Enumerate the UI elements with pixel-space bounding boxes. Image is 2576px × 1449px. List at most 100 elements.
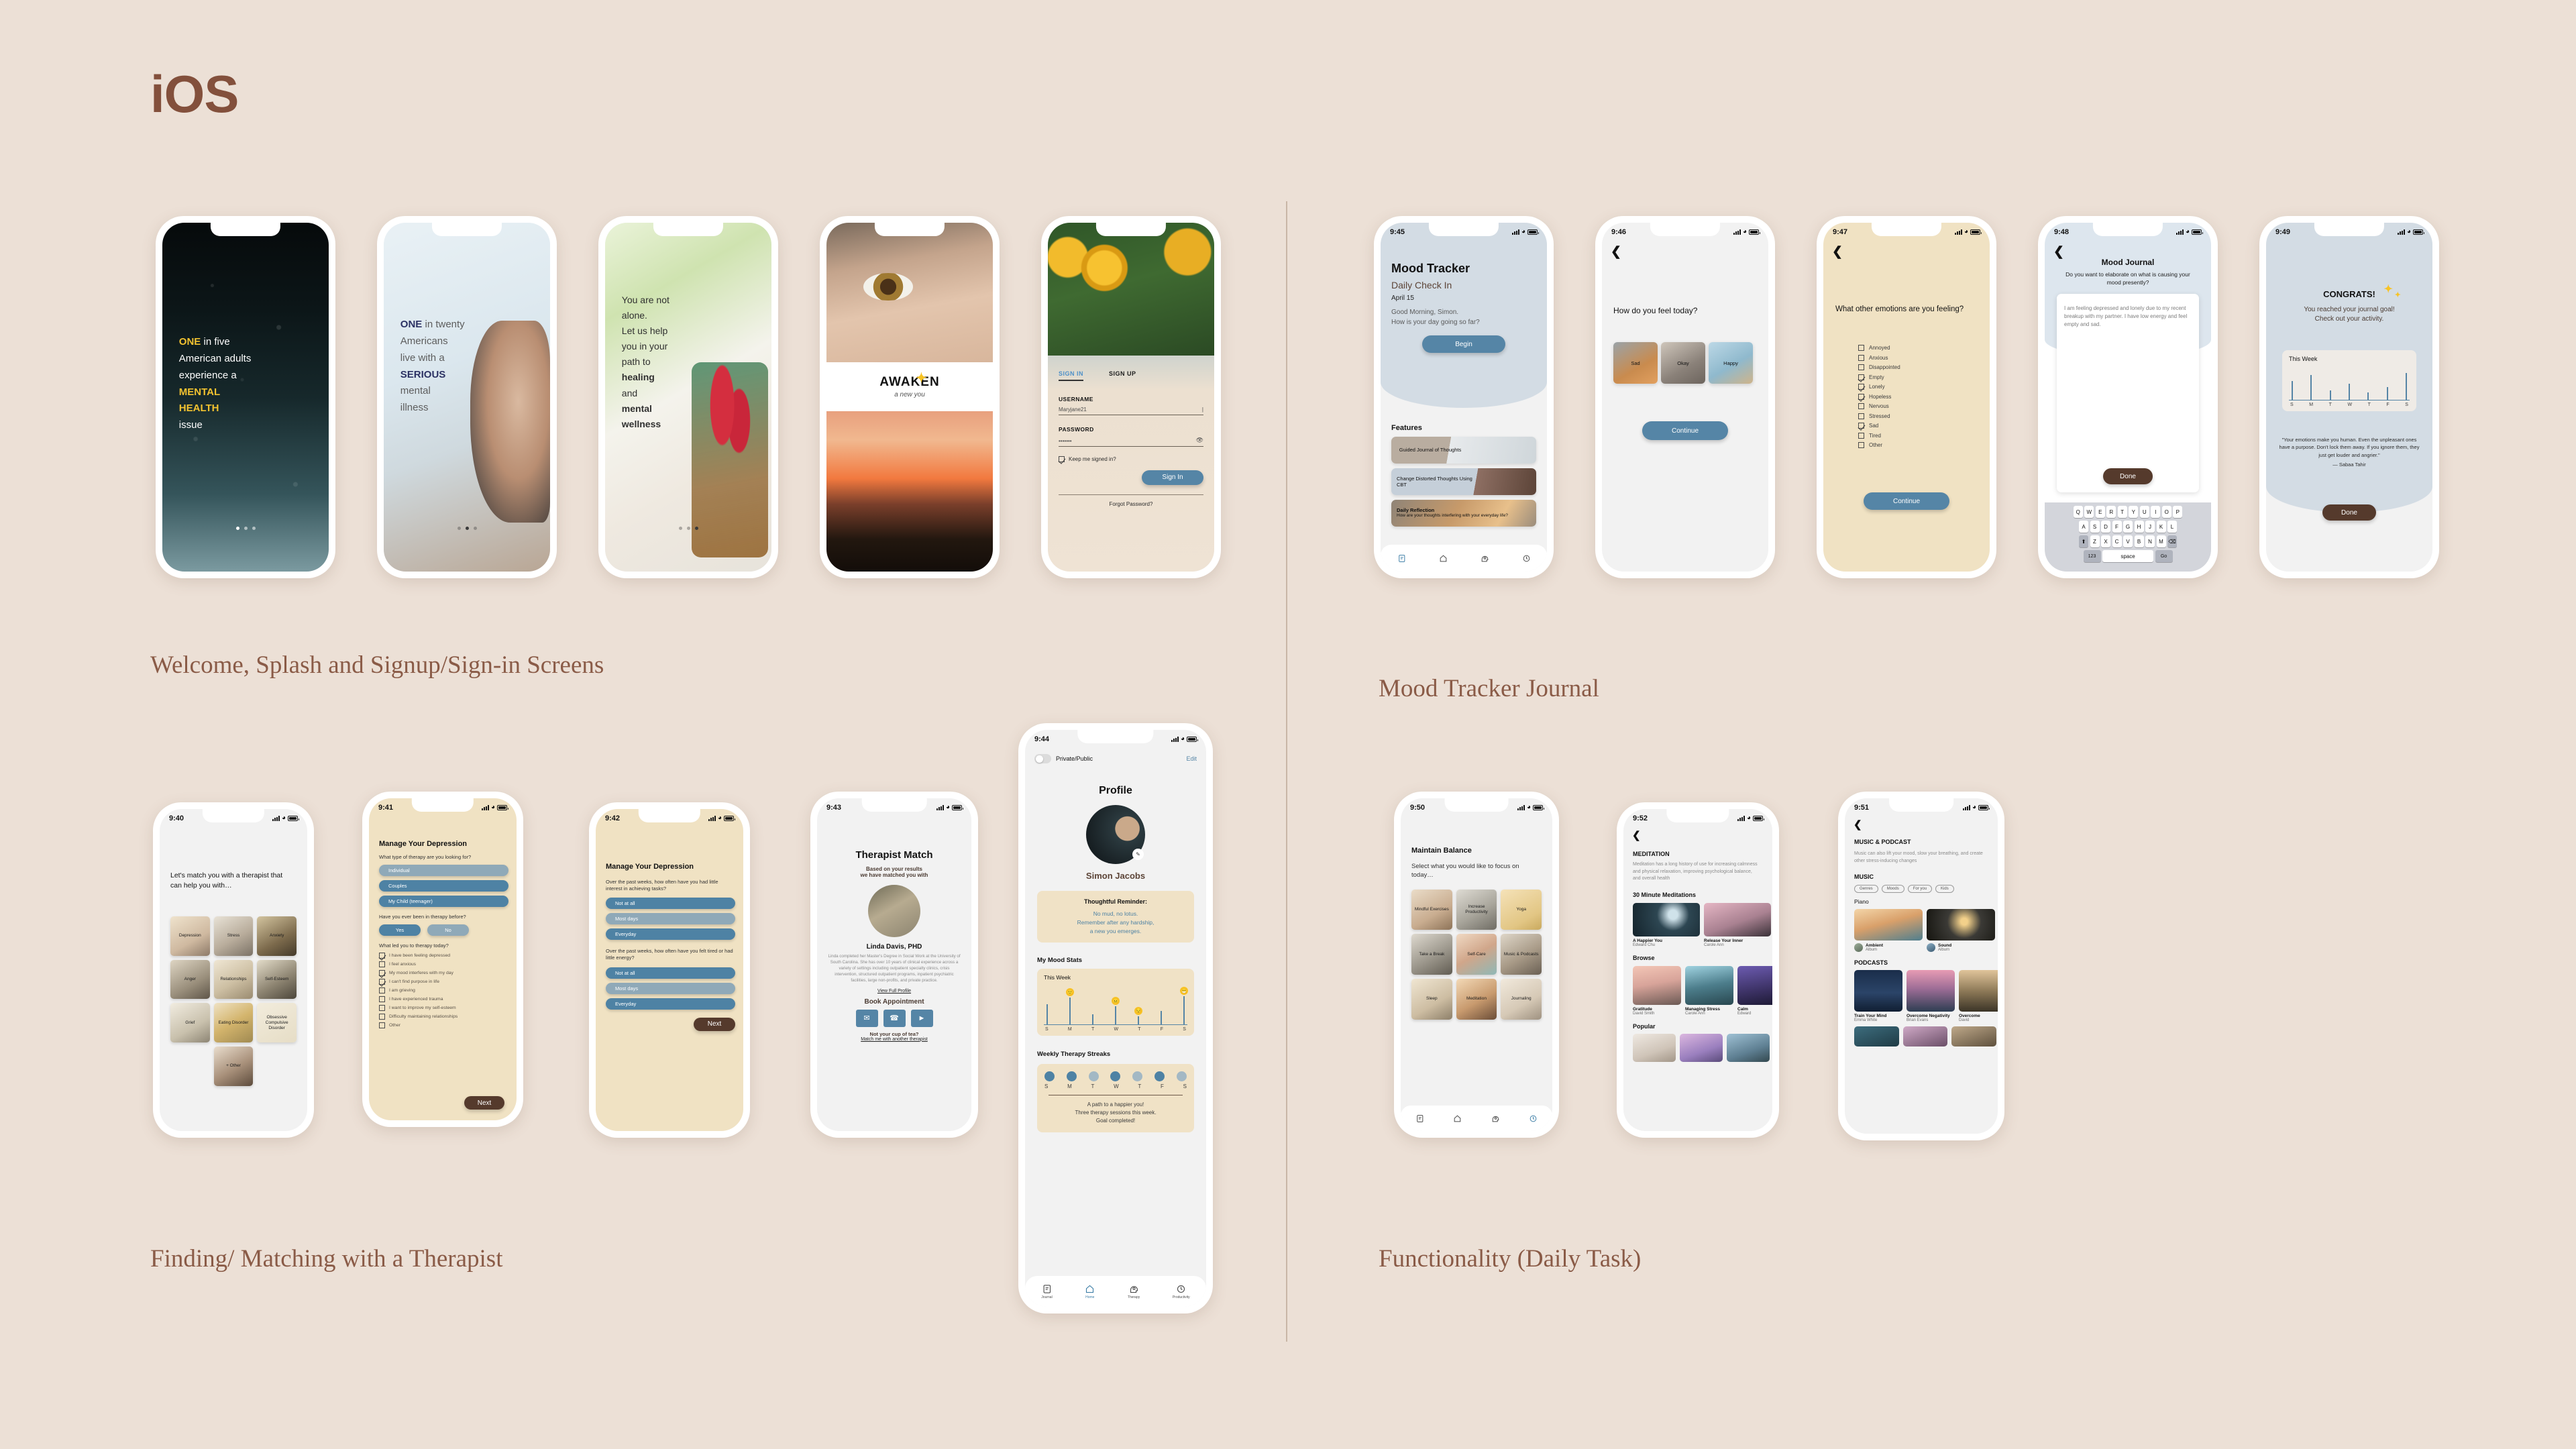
reason-checkbox[interactable] [379,979,385,985]
media-thumbnail[interactable] [1633,1033,1676,1062]
album-row[interactable]: Ambient Album Sound Album [1854,909,1996,952]
topic-tile[interactable]: Stress [213,916,254,956]
therapy-reason-item[interactable]: I have experienced trauma [379,996,508,1002]
key-p[interactable]: P [2173,506,2183,518]
therapy-reason-item[interactable]: I have been feeling depressed [379,953,508,959]
keep-signed-in-row[interactable]: Keep me signed in? [1059,455,1203,462]
keep-signed-in-checkbox[interactable] [1059,455,1065,462]
topic-tile[interactable]: Eating Disorder [213,1003,254,1043]
dot[interactable] [694,526,698,530]
emotions-checklist[interactable]: Annoyed Anxious Disappointed Empty Lonely Hop… [1858,345,1978,448]
podcast-card[interactable]: Train Your Mind Emma White [1854,970,1902,1022]
continue-button[interactable]: Continue [1864,492,1949,510]
md1-next-button[interactable]: Next [464,1096,504,1110]
music-filter-chip[interactable]: Moods [1881,885,1904,893]
keyboard[interactable]: QWERTYUIOP ASDFGHJKL ⬆ Z X C V B N M ⌫ 123 space G… [2045,502,2211,572]
tab-home[interactable] [1439,554,1448,563]
option-pill[interactable]: Individual [379,865,508,876]
congrats-done-button[interactable]: Done [2322,504,2376,521]
tm-rematch-link[interactable]: Match me with another therapist [824,1037,965,1042]
emotion-checkbox[interactable] [1858,423,1864,429]
balance-tile[interactable]: Journaling [1501,978,1542,1020]
mood-option-happy[interactable]: Happy [1709,342,1753,384]
emotion-item[interactable]: Empty [1858,374,1978,380]
key-f[interactable]: F [2112,521,2122,533]
podcast-thumbnail[interactable] [1951,1026,1997,1046]
contact-buttons[interactable]: ✉ ☎ ► [824,1009,965,1027]
feature-card-reflection[interactable]: Daily Reflection How are your thoughts i… [1391,500,1536,527]
album-card[interactable]: Sound Album [1927,909,1995,952]
tab-bar[interactable]: Journal Home Therapy Productivity [1025,1276,1206,1307]
balance-tile[interactable]: Increase Productivity [1456,889,1497,930]
emotion-item[interactable]: Stressed [1858,413,1978,419]
reason-checkbox[interactable] [379,1005,385,1011]
reason-checkbox[interactable] [379,953,385,959]
podcast-thumbnail[interactable] [1854,1026,1899,1046]
media-card[interactable]: Gratitude David Smith [1633,965,1681,1016]
med-row-browse[interactable]: Gratitude David Smith Managing Stress Ca… [1633,965,1772,1016]
topic-tile[interactable]: Anxiety [257,916,297,956]
emotion-item[interactable]: Nervous [1858,403,1978,409]
podcast-thumbnail[interactable] [1902,1026,1948,1046]
reason-checkbox[interactable] [379,1014,385,1020]
media-thumbnail[interactable] [1680,1033,1723,1062]
option-pill[interactable]: No [427,924,469,936]
podcast-card[interactable]: Overcome David [1959,970,1998,1022]
dot[interactable] [235,526,239,530]
balance-tile[interactable]: Meditation [1456,978,1497,1020]
option-pill[interactable]: Not at all [606,967,735,979]
media-card[interactable]: Release Your Inner Carole Ann [1704,902,1771,947]
dot[interactable] [465,526,469,530]
back-icon[interactable]: ❮ [1632,830,1641,841]
podcast-row[interactable]: Train Your Mind Emma White Overcome Nega… [1854,970,1998,1022]
dot[interactable] [457,526,461,530]
emotion-item[interactable]: Hopeless [1858,393,1978,400]
therapy-reason-item[interactable]: Other [379,1022,508,1028]
emotion-item[interactable]: Tired [1858,432,1978,439]
album-card[interactable]: Ambient Album [1854,909,1923,952]
option-pill[interactable]: Most days [606,982,735,994]
key-t[interactable]: T [2117,506,2127,518]
journal-textarea[interactable]: I am feeling depressed and lonely due to… [2057,294,2199,492]
reason-checkbox[interactable] [379,987,385,994]
key-g[interactable]: G [2123,521,2133,533]
md1-q1-options[interactable]: Individual Couples My Child (teenager) [379,865,508,907]
emotion-item[interactable]: Lonely [1858,384,1978,390]
balance-tile[interactable]: Mindful Exercises [1411,889,1452,930]
reason-checkbox[interactable] [379,961,385,967]
key-s[interactable]: S [2090,521,2100,533]
key-j[interactable]: J [2145,521,2155,533]
emotion-checkbox[interactable] [1858,413,1864,419]
key-go[interactable]: Go [2155,550,2173,562]
md2-next-button[interactable]: Next [694,1017,735,1031]
topic-tile[interactable]: Self-Esteem [257,959,297,1000]
therapy-reason-item[interactable]: My mood interferes with my day [379,970,508,976]
emotion-checkbox[interactable] [1858,374,1864,380]
topic-tile[interactable]: Relationships [213,959,254,1000]
option-pill[interactable]: Yes [379,924,421,936]
page-dots[interactable] [605,526,771,530]
balance-tile[interactable]: Self-Care [1456,934,1497,975]
reason-checkbox[interactable] [379,1022,385,1028]
mood-option-sad[interactable]: Sad [1613,342,1658,384]
therapy-reason-item[interactable]: I want to improve my self-esteem [379,1005,508,1011]
podcast-row-2[interactable] [1854,1026,1997,1046]
dot[interactable] [678,526,682,530]
tab-therapy[interactable] [1491,1114,1500,1123]
key-r[interactable]: R [2106,506,2116,518]
option-pill[interactable]: Everyday [606,998,735,1010]
tab-therapy[interactable]: Therapy [1128,1284,1140,1299]
tab-productivity[interactable] [1529,1114,1538,1123]
tab-sign-up[interactable]: SIGN UP [1109,370,1136,381]
edit-button[interactable]: Edit [1186,755,1197,762]
key-k[interactable]: K [2156,521,2166,533]
music-filter-chips[interactable]: Genres Moods For you Kids [1854,885,1996,893]
option-pill[interactable]: My Child (teenager) [379,896,508,907]
sign-in-button[interactable]: Sign In [1142,470,1203,485]
forgot-password-link[interactable]: Forgot Password? [1059,494,1203,507]
key-w[interactable]: W [2084,506,2094,518]
begin-button[interactable]: Begin [1422,335,1505,353]
key-c[interactable]: C [2112,535,2122,547]
emotion-checkbox[interactable] [1858,393,1864,400]
key-y[interactable]: Y [2129,506,2139,518]
